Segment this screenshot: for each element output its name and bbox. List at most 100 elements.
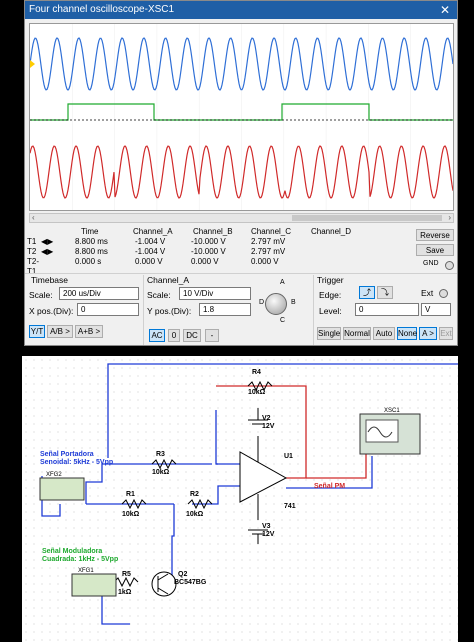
trigger-level-input[interactable]: 0	[355, 303, 419, 316]
trigger-a-button[interactable]: A >	[419, 327, 437, 340]
auto-button[interactable]: Auto	[373, 327, 395, 340]
cell-a: 0.000 V	[135, 257, 163, 266]
none-button[interactable]: None	[397, 327, 417, 340]
timebase-title: Timebase	[31, 275, 69, 285]
header-channel-b: Channel_B	[193, 227, 233, 236]
knob-label-a: A	[280, 279, 285, 286]
channel-title: Channel_A	[147, 275, 190, 285]
knob-label-c: C	[280, 317, 286, 324]
table-row: T2-T1 0.000 s 0.000 V 0.000 V 0.000 V	[27, 257, 407, 276]
knob-label-b: B	[291, 299, 296, 306]
scroll-thumb[interactable]	[292, 215, 442, 221]
cell-time: 8.800 ms	[75, 247, 108, 256]
opamp-label: 741	[284, 503, 296, 510]
r3-name: R3	[156, 451, 165, 458]
normal-button[interactable]: Normal	[343, 327, 371, 340]
trigger-title: Trigger	[317, 275, 344, 285]
a-plus-b-button[interactable]: A+B >	[75, 325, 103, 338]
measurement-table: Time Channel_A Channel_B Channel_C Chann…	[27, 227, 411, 276]
r2-name: R2	[190, 491, 199, 498]
q2-name: Q2	[178, 571, 187, 578]
channel-scale-input[interactable]: 10 V/Div	[179, 287, 251, 300]
table-row: T1 ◀▶ 8.800 ms -1.004 V -10.000 V 2.797 …	[27, 237, 407, 247]
single-button[interactable]: Single	[317, 327, 341, 340]
trigger-level-unit[interactable]: V	[421, 303, 451, 316]
reverse-button[interactable]: Reverse	[416, 229, 454, 241]
cell-a: -1.004 V	[135, 237, 166, 246]
v2-name: V2	[262, 415, 271, 422]
xfg1-label: XFG1	[78, 568, 94, 574]
table-row: T2 ◀▶ 8.800 ms -1.004 V -10.000 V 2.797 …	[27, 247, 407, 257]
title-bar: Four channel oscilloscope-XSC1 ✕	[25, 1, 457, 19]
ext-label: Ext	[421, 288, 434, 298]
cell-c: 0.000 V	[251, 257, 279, 266]
r5-value: 1kΩ	[118, 589, 132, 596]
window-title: Four channel oscilloscope-XSC1	[29, 4, 175, 15]
r1-name: R1	[126, 491, 135, 498]
scroll-right-icon[interactable]: ›	[448, 213, 451, 222]
cursor-arrows-icon[interactable]: ◀▶	[41, 237, 65, 247]
ab-button[interactable]: A/B >	[47, 325, 73, 338]
r4-value: 10kΩ	[248, 389, 266, 396]
close-button[interactable]: ✕	[433, 1, 457, 19]
trigger-ext-button[interactable]: Ext	[439, 327, 453, 340]
r2-value: 10kΩ	[186, 511, 204, 518]
carrier-label-2: Senoidal: 5kHz - 5Vpp	[40, 459, 113, 466]
divider	[25, 273, 457, 274]
carrier-label-1: Señal Portadora	[40, 451, 94, 458]
edge-fall-button[interactable]: ⤵	[377, 286, 393, 299]
minus-button[interactable]: -	[205, 329, 219, 342]
trigger-edge-label: Edge:	[319, 290, 342, 300]
ext-terminal-icon	[439, 289, 448, 298]
channel-ypos-input[interactable]: 1.8	[199, 303, 251, 316]
ac-button[interactable]: AC	[149, 329, 165, 342]
save-button[interactable]: Save	[416, 244, 454, 256]
scroll-left-icon[interactable]: ‹	[32, 213, 35, 222]
zero-button[interactable]: 0	[168, 329, 180, 342]
cursor-arrows-icon[interactable]: ◀▶	[41, 247, 65, 257]
scope-traces	[30, 24, 453, 210]
row-label: T1	[27, 237, 37, 246]
scope-display	[29, 23, 454, 211]
trigger-marker-icon	[30, 60, 35, 68]
timebase-xpos-label: X pos.(Div):	[29, 306, 74, 316]
header-time: Time	[81, 227, 99, 236]
channel-selector-knob[interactable]	[265, 293, 287, 315]
mod-label-2: Cuadrada: 1kHz - 5Vpp	[42, 556, 118, 563]
v3-value: 12V	[262, 531, 275, 538]
row-label: T2	[27, 247, 37, 256]
cell-b: -10.000 V	[191, 247, 226, 256]
yt-button[interactable]: Y/T	[29, 325, 45, 338]
divider	[143, 275, 144, 345]
channel-ypos-label: Y pos.(Div):	[147, 306, 192, 316]
circuit-schematic: Señal Portadora Senoidal: 5kHz - 5Vpp Se…	[22, 356, 458, 642]
row-label: T2-T1	[27, 257, 39, 276]
pm-label: Señal PM	[314, 483, 345, 490]
edge-rise-button[interactable]: ⤴	[359, 286, 375, 299]
schematic-drawing: Señal Portadora Senoidal: 5kHz - 5Vpp Se…	[39, 363, 458, 625]
xfg2-label: XFG2	[46, 472, 62, 478]
mod-label-1: Señal Moduladora	[42, 548, 102, 555]
dc-button[interactable]: DC	[183, 329, 201, 342]
knob-label-d: D	[259, 299, 265, 306]
cell-b: -10.000 V	[191, 237, 226, 246]
oscilloscope-window: Four channel oscilloscope-XSC1 ✕ ‹ › Tim…	[24, 0, 458, 346]
channel-scale-label: Scale:	[147, 290, 171, 300]
r1-value: 10kΩ	[122, 511, 140, 518]
cell-c: 2.797 mV	[251, 237, 286, 246]
trigger-level-label: Level:	[319, 306, 342, 316]
scope-scrollbar[interactable]: ‹ ›	[29, 213, 454, 223]
header-channel-a: Channel_A	[133, 227, 173, 236]
divider	[313, 275, 314, 345]
cell-a: -1.004 V	[135, 247, 166, 256]
cell-time: 8.800 ms	[75, 237, 108, 246]
cell-time: 0.000 s	[75, 257, 102, 266]
u1-label: U1	[284, 453, 293, 460]
q2-value: BC547BG	[174, 579, 207, 586]
timebase-scale-input[interactable]: 200 us/Div	[59, 287, 139, 300]
timebase-scale-label: Scale:	[29, 290, 53, 300]
timebase-xpos-input[interactable]: 0	[77, 303, 139, 316]
v3-name: V3	[262, 523, 271, 530]
r5-name: R5	[122, 571, 131, 578]
v2-value: 12V	[262, 423, 275, 430]
